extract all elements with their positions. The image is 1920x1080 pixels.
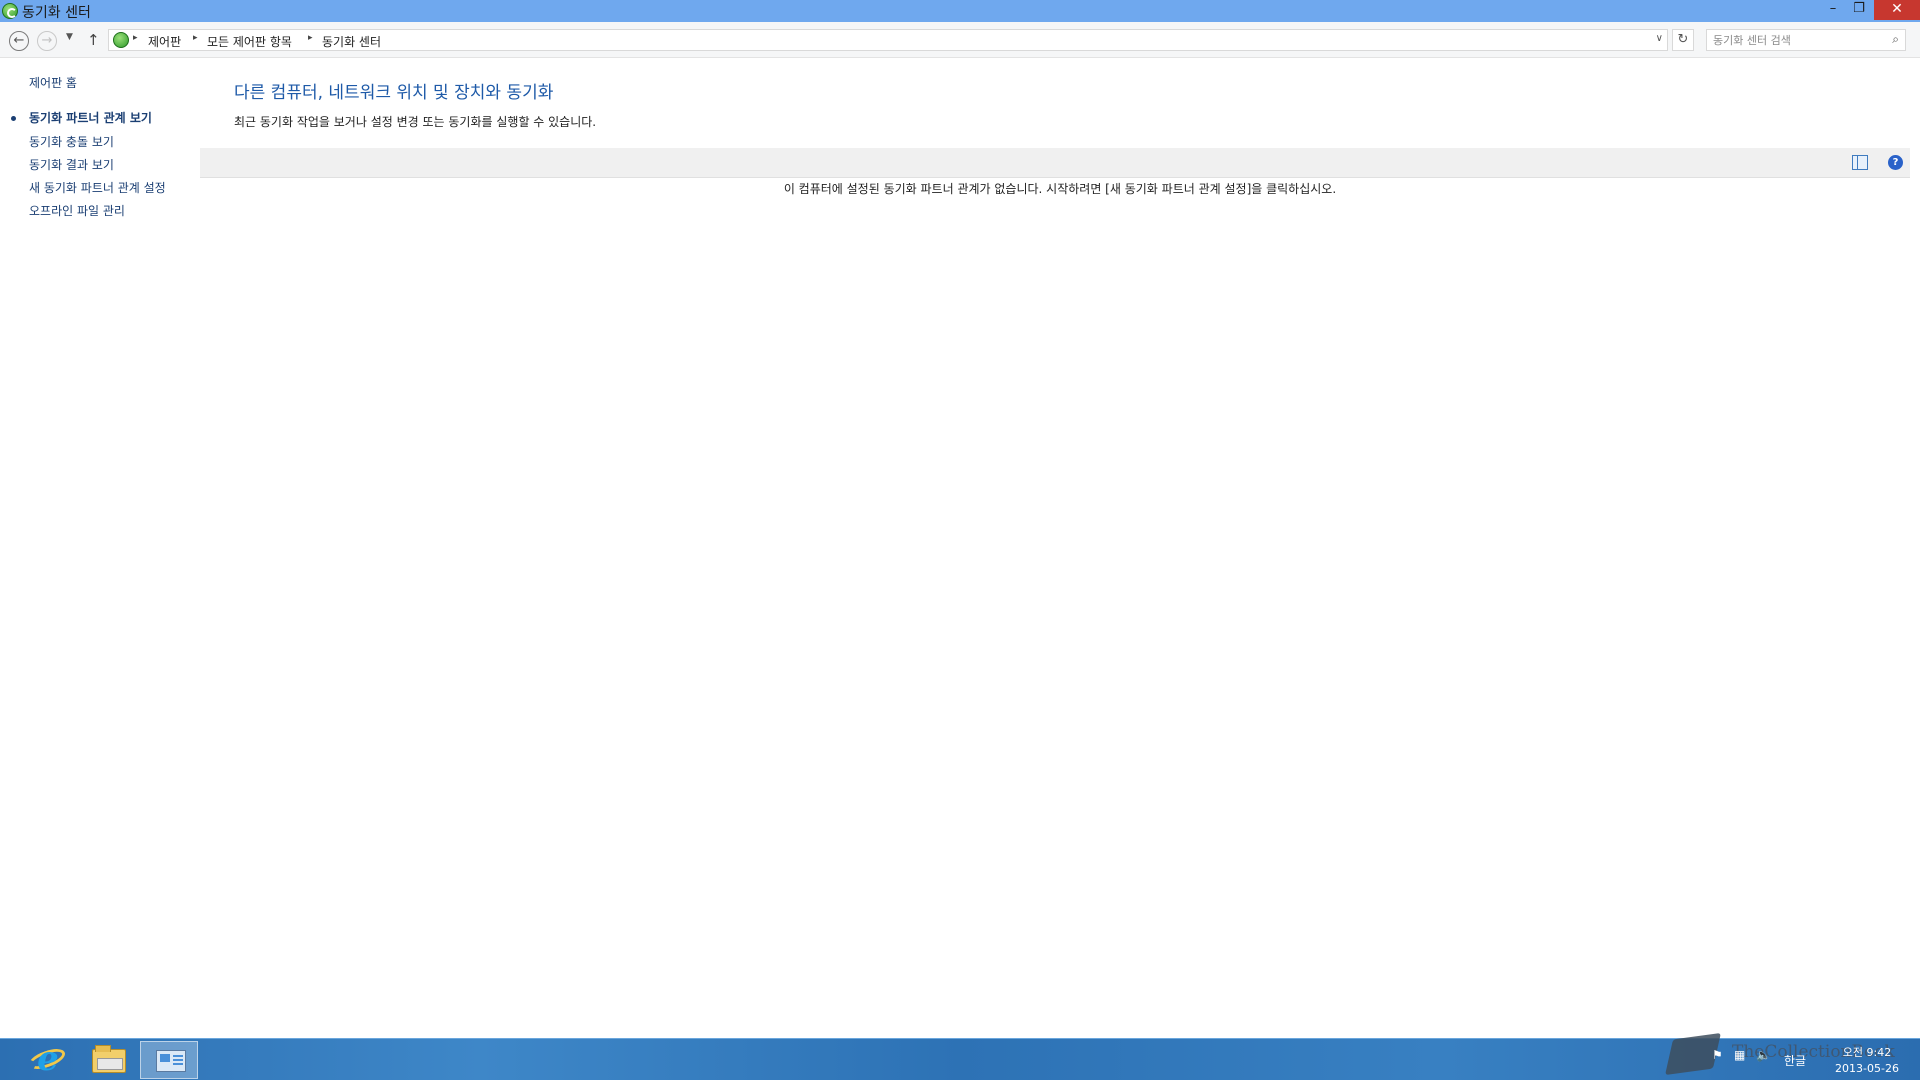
breadcrumb-separator-icon[interactable]: ▸ bbox=[133, 33, 138, 43]
search-input[interactable] bbox=[1707, 30, 1877, 50]
taskbar: e bbox=[0, 1038, 1920, 1080]
breadcrumb-separator-icon[interactable]: ▸ bbox=[308, 33, 313, 43]
sidebar-item-new-partnership[interactable]: 새 동기화 파트너 관계 설정 bbox=[29, 179, 166, 196]
ime-indicator[interactable]: 한글 bbox=[1784, 1052, 1806, 1069]
clock-time[interactable]: 오전 9:42 bbox=[1832, 1044, 1902, 1060]
search-icon[interactable]: ⌕ bbox=[1892, 32, 1899, 47]
restore-button[interactable]: ❐ bbox=[1846, 0, 1872, 20]
address-bar[interactable]: ▸ 제어판 ▸ 모든 제어판 항목 ▸ 동기화 센터 ∨ bbox=[108, 29, 1668, 51]
address-dropdown-icon[interactable]: ∨ bbox=[1656, 33, 1663, 44]
volume-icon[interactable]: 🔈 bbox=[1756, 1048, 1771, 1062]
navigation-bar: ← → ▼ ↑ ▸ 제어판 ▸ 모든 제어판 항목 ▸ 동기화 센터 ∨ ↻ ⌕ bbox=[0, 22, 1920, 58]
up-button[interactable]: ↑ bbox=[87, 31, 100, 49]
action-center-flag-icon[interactable]: ⚑ bbox=[1712, 1048, 1723, 1062]
change-view-icon[interactable] bbox=[1852, 155, 1868, 170]
sidebar-item-offline-files[interactable]: 오프라인 파일 관리 bbox=[29, 202, 125, 219]
active-item-bullet-icon bbox=[11, 116, 16, 121]
taskbar-file-explorer[interactable] bbox=[80, 1041, 138, 1079]
sync-center-icon bbox=[113, 32, 129, 48]
content-toolbar: ? bbox=[200, 148, 1910, 178]
minimize-button[interactable]: – bbox=[1820, 0, 1846, 20]
title-bar: 동기화 센터 – ❐ ✕ bbox=[0, 0, 1920, 22]
close-button[interactable]: ✕ bbox=[1874, 0, 1920, 20]
sidebar-item-view-partnerships[interactable]: 동기화 파트너 관계 보기 bbox=[29, 109, 152, 126]
page-title: 다른 컴퓨터, 네트워크 위치 및 장치와 동기화 bbox=[234, 83, 554, 103]
breadcrumb-separator-icon[interactable]: ▸ bbox=[193, 33, 198, 43]
folder-icon bbox=[92, 1045, 126, 1073]
sidebar-item-view-results[interactable]: 동기화 결과 보기 bbox=[29, 156, 114, 173]
help-icon[interactable]: ? bbox=[1888, 155, 1903, 170]
forward-button[interactable]: → bbox=[37, 31, 57, 51]
network-icon[interactable]: ▦ bbox=[1734, 1048, 1745, 1062]
control-panel-home-link[interactable]: 제어판 홈 bbox=[29, 74, 77, 91]
recent-locations-dropdown[interactable]: ▼ bbox=[66, 32, 73, 42]
taskbar-internet-explorer[interactable]: e bbox=[18, 1041, 76, 1079]
control-panel-icon bbox=[156, 1050, 186, 1072]
internet-explorer-icon: e bbox=[37, 1039, 59, 1079]
sync-center-icon bbox=[2, 3, 18, 19]
window-title: 동기화 센터 bbox=[22, 5, 91, 21]
breadcrumb-all-items[interactable]: 모든 제어판 항목 bbox=[207, 33, 292, 50]
clock-date[interactable]: 2013-05-26 bbox=[1822, 1062, 1912, 1075]
back-button[interactable]: ← bbox=[9, 31, 29, 51]
sidebar-item-view-conflicts[interactable]: 동기화 충돌 보기 bbox=[29, 133, 114, 150]
search-box[interactable]: ⌕ bbox=[1706, 29, 1906, 51]
refresh-button[interactable]: ↻ bbox=[1672, 29, 1694, 51]
page-description: 최근 동기화 작업을 보거나 설정 변경 또는 동기화를 실행할 수 있습니다. bbox=[234, 115, 597, 129]
breadcrumb-control-panel[interactable]: 제어판 bbox=[148, 33, 181, 50]
empty-list-message: 이 컴퓨터에 설정된 동기화 파트너 관계가 없습니다. 시작하려면 [새 동기… bbox=[783, 182, 1337, 196]
breadcrumb-sync-center[interactable]: 동기화 센터 bbox=[322, 33, 381, 50]
taskbar-control-panel[interactable] bbox=[140, 1041, 198, 1079]
